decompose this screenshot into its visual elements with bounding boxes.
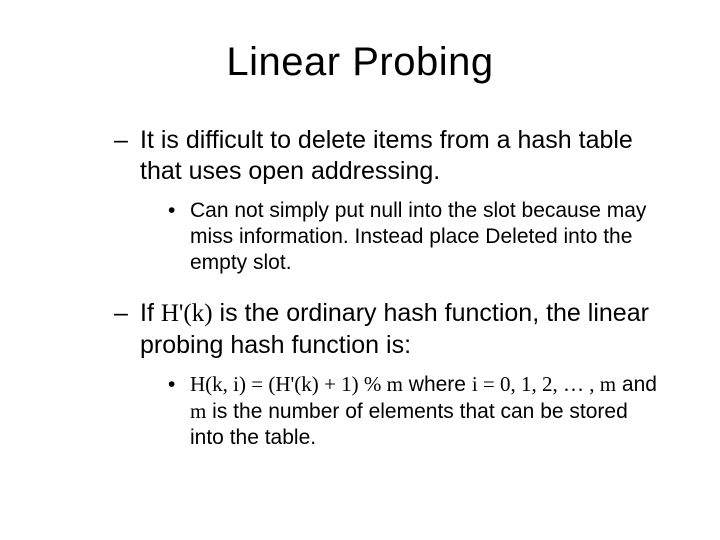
point-text: and bbox=[616, 373, 657, 396]
slide-title: Linear Probing bbox=[60, 40, 660, 85]
dash-icon: – bbox=[114, 125, 140, 156]
bullet-level1: –If H'(k) is the ordinary hash function,… bbox=[60, 298, 660, 361]
point-text-suffix: is the ordinary hash function, the linea… bbox=[140, 299, 649, 358]
dash-icon: – bbox=[114, 298, 140, 329]
i-sequence: i = 0, 1, 2, … , m bbox=[472, 372, 616, 396]
point-text: is the number of elements that can be st… bbox=[190, 400, 628, 449]
slide: Linear Probing –It is difficult to delet… bbox=[0, 0, 720, 540]
m-variable: m bbox=[190, 399, 206, 423]
hash-function-symbol: H'(k) bbox=[161, 300, 213, 327]
point-text-prefix: If bbox=[140, 299, 161, 327]
point-text: It is difficult to delete items from a h… bbox=[140, 126, 633, 185]
point-text: Can not simply put null into the slot be… bbox=[190, 199, 646, 275]
bullet-level2: •Can not simply put null into the slot b… bbox=[60, 198, 660, 277]
bullet-icon: • bbox=[168, 198, 190, 224]
bullet-level1: –It is difficult to delete items from a … bbox=[60, 125, 660, 188]
bullet-icon: • bbox=[168, 372, 190, 398]
point-text: where bbox=[403, 373, 472, 396]
bullet-level2: •H(k, i) = (H'(k) + 1) % m where i = 0, … bbox=[60, 371, 660, 452]
formula-text: H(k, i) = (H'(k) + 1) % m bbox=[190, 372, 403, 396]
